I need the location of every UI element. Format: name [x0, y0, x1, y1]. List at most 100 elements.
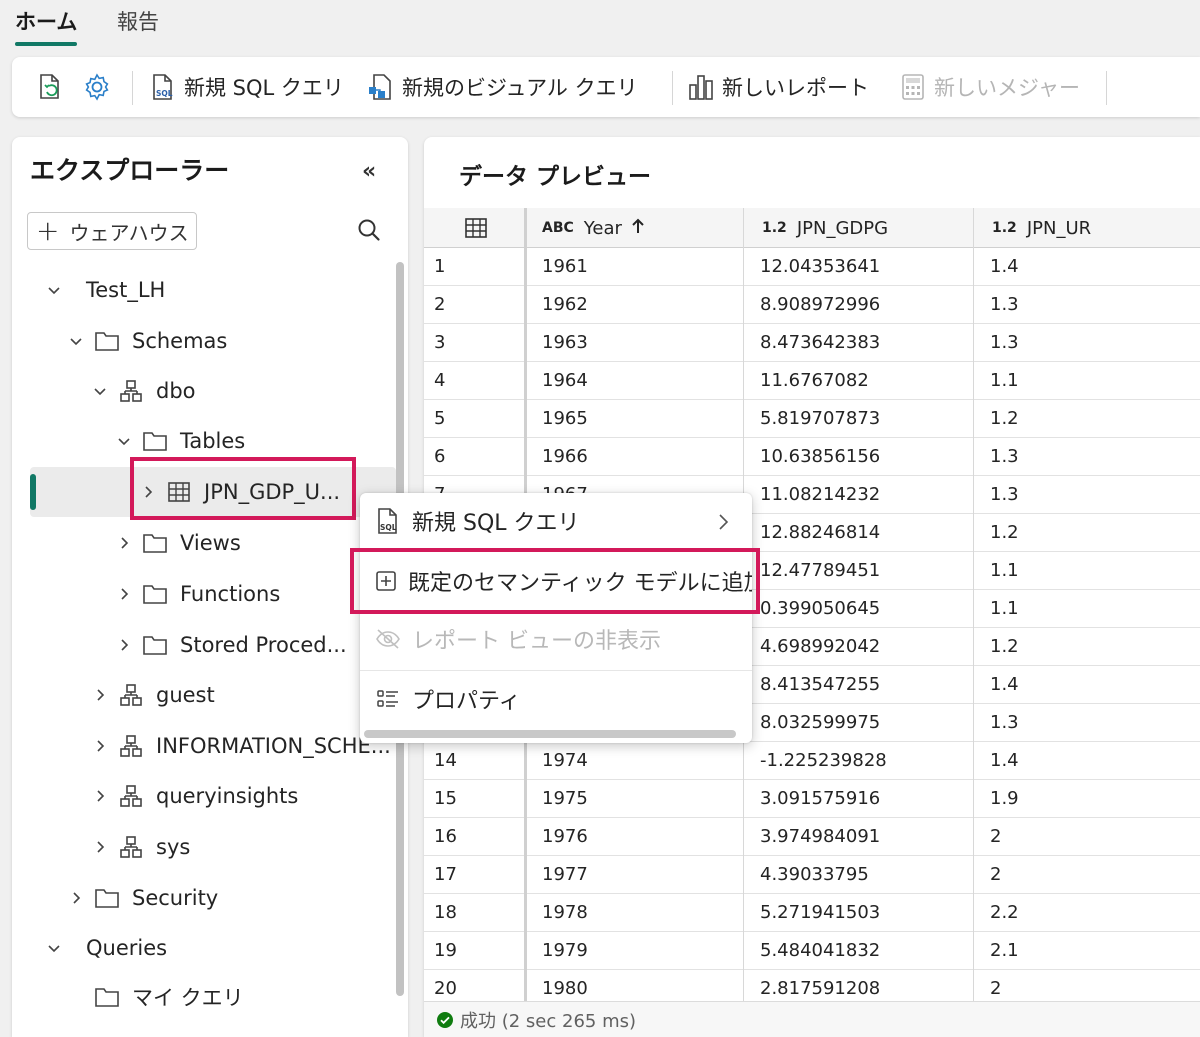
table-cell[interactable]: 8.473642383 — [744, 324, 880, 361]
table-row[interactable]: 6 1966 10.63856156 1.3 — [424, 438, 1200, 476]
table-cell[interactable]: 1.3 — [974, 476, 1019, 513]
table-cell[interactable]: 1961 — [526, 248, 588, 285]
menu-item-hide-from-report-view[interactable]: レポート ビューの非表示 — [360, 611, 752, 667]
table-cell[interactable]: -1.225239828 — [744, 742, 887, 779]
table-cell[interactable]: 2.2 — [974, 894, 1019, 931]
table-cell[interactable]: 1.3 — [974, 438, 1019, 475]
table-cell[interactable]: 1.3 — [974, 704, 1019, 741]
table-row[interactable]: 2 1962 8.908972996 1.3 — [424, 286, 1200, 324]
table-cell[interactable]: 1978 — [526, 894, 588, 931]
chevron-down-icon[interactable] — [92, 383, 108, 399]
tree-item-guest[interactable]: guest — [92, 675, 215, 715]
table-cell[interactable]: 1975 — [526, 780, 588, 817]
table-cell[interactable]: 1.1 — [974, 590, 1019, 627]
chevron-right-icon[interactable] — [92, 738, 108, 754]
tree-item-information-schema[interactable]: INFORMATION_SCHE... — [92, 726, 391, 766]
chevron-right-icon[interactable] — [116, 637, 132, 653]
menu-scrollbar[interactable] — [364, 730, 736, 738]
table-cell[interactable]: 1979 — [526, 932, 588, 969]
tree-item-functions[interactable]: Functions — [116, 574, 280, 614]
chevron-down-icon[interactable] — [46, 940, 62, 956]
settings-button[interactable] — [82, 57, 118, 117]
tree-item-queryinsights[interactable]: queryinsights — [92, 776, 298, 816]
table-cell[interactable]: 11.6767082 — [744, 362, 869, 399]
table-cell[interactable]: 12.47789451 — [744, 552, 880, 589]
tree-item-test-lh[interactable]: Test_LH — [46, 270, 165, 310]
table-cell[interactable]: 1.2 — [974, 514, 1019, 551]
tree-item-tables[interactable]: Tables — [116, 421, 245, 461]
tree-item-my-queries[interactable]: マイ クエリ — [94, 977, 244, 1017]
table-cell[interactable]: 12.88246814 — [744, 514, 880, 551]
table-cell[interactable]: 1.4 — [974, 666, 1019, 703]
table-cell[interactable]: 4.698992042 — [744, 628, 880, 665]
menu-item-new-sql-query[interactable]: SQL 新規 SQL クエリ — [360, 493, 752, 549]
chevron-right-icon[interactable] — [116, 535, 132, 551]
table-row[interactable]: 3 1963 8.473642383 1.3 — [424, 324, 1200, 362]
table-cell[interactable]: 5.484041832 — [744, 932, 880, 969]
table-cell[interactable]: 1.3 — [974, 286, 1019, 323]
table-cell[interactable]: 8.908972996 — [744, 286, 880, 323]
new-sql-query-button[interactable]: SQL 新規 SQL クエリ — [148, 57, 344, 117]
chevron-right-icon[interactable] — [92, 788, 108, 804]
table-cell[interactable]: 8.032599975 — [744, 704, 880, 741]
table-cell[interactable]: 2 — [974, 856, 1001, 893]
tab-report[interactable]: 報告 — [117, 6, 159, 42]
table-row[interactable]: 15 1975 3.091575916 1.9 — [424, 780, 1200, 818]
table-row[interactable]: 18 1978 5.271941503 2.2 — [424, 894, 1200, 932]
chevron-right-icon[interactable] — [68, 890, 84, 906]
search-icon[interactable] — [356, 217, 382, 243]
column-header-jpn-gdpg[interactable]: 1.2 JPN_GDPG — [762, 208, 888, 248]
table-row[interactable]: 1 1961 12.04353641 1.4 — [424, 248, 1200, 286]
tree-item-views[interactable]: Views — [116, 523, 241, 563]
new-measure-button[interactable]: 新しいメジャー — [898, 57, 1080, 117]
tree-item-stored-procedures[interactable]: Stored Proced... — [116, 625, 347, 665]
table-cell[interactable]: 3.974984091 — [744, 818, 880, 855]
table-cell[interactable]: 1966 — [526, 438, 588, 475]
column-header-year[interactable]: ABC Year — [542, 208, 646, 248]
chevron-right-icon[interactable] — [92, 687, 108, 703]
table-cell[interactable]: 3.091575916 — [744, 780, 880, 817]
chevron-down-icon[interactable] — [68, 333, 84, 349]
table-cell[interactable]: 4.39033795 — [744, 856, 869, 893]
table-cell[interactable]: 12.04353641 — [744, 248, 880, 285]
table-cell[interactable]: 11.08214232 — [744, 476, 880, 513]
sort-ascending-icon[interactable] — [630, 217, 646, 240]
table-cell[interactable]: 2.1 — [974, 932, 1019, 969]
refresh-button[interactable] — [34, 57, 70, 117]
table-row[interactable]: 5 1965 5.819707873 1.2 — [424, 400, 1200, 438]
tree-item-dbo[interactable]: dbo — [92, 371, 196, 411]
table-cell[interactable]: 1.4 — [974, 742, 1019, 779]
menu-item-properties[interactable]: プロパティ — [360, 671, 752, 727]
add-warehouse-button[interactable]: + ウェアハウス — [27, 212, 197, 250]
column-header-jpn-ur[interactable]: 1.2 JPN_UR — [992, 208, 1091, 248]
table-cell[interactable]: 2 — [974, 818, 1001, 855]
new-report-button[interactable]: 新しいレポート — [686, 57, 869, 117]
table-cell[interactable]: 1964 — [526, 362, 588, 399]
table-row[interactable]: 16 1976 3.974984091 2 — [424, 818, 1200, 856]
table-row[interactable]: 19 1979 5.484041832 2.1 — [424, 932, 1200, 970]
table-cell[interactable]: 1.4 — [974, 248, 1019, 285]
table-cell[interactable]: 1976 — [526, 818, 588, 855]
tree-item-queries[interactable]: Queries — [46, 928, 167, 968]
table-cell[interactable]: 1977 — [526, 856, 588, 893]
chevron-down-icon[interactable] — [116, 433, 132, 449]
table-cell[interactable]: 1963 — [526, 324, 588, 361]
table-row[interactable]: 17 1977 4.39033795 2 — [424, 856, 1200, 894]
table-cell[interactable]: 0.399050645 — [744, 590, 880, 627]
tree-item-schemas[interactable]: Schemas — [68, 321, 227, 361]
table-cell[interactable]: 1.2 — [974, 628, 1019, 665]
tree-item-sys[interactable]: sys — [92, 827, 190, 867]
table-cell[interactable]: 8.413547255 — [744, 666, 880, 703]
grid-table-icon[interactable] — [464, 208, 488, 248]
table-row[interactable]: 14 1974 -1.225239828 1.4 — [424, 742, 1200, 780]
tree-item-security[interactable]: Security — [68, 878, 218, 918]
table-cell[interactable]: 5.819707873 — [744, 400, 880, 437]
table-cell[interactable]: 1.3 — [974, 324, 1019, 361]
table-cell[interactable]: 1974 — [526, 742, 588, 779]
chevron-down-icon[interactable] — [46, 282, 62, 298]
table-cell[interactable]: 1.2 — [974, 400, 1019, 437]
new-visual-query-button[interactable]: 新規のビジュアル クエリ — [366, 57, 638, 117]
table-cell[interactable]: 1.1 — [974, 362, 1019, 399]
tab-home[interactable]: ホーム — [15, 6, 78, 46]
table-cell[interactable]: 10.63856156 — [744, 438, 880, 475]
